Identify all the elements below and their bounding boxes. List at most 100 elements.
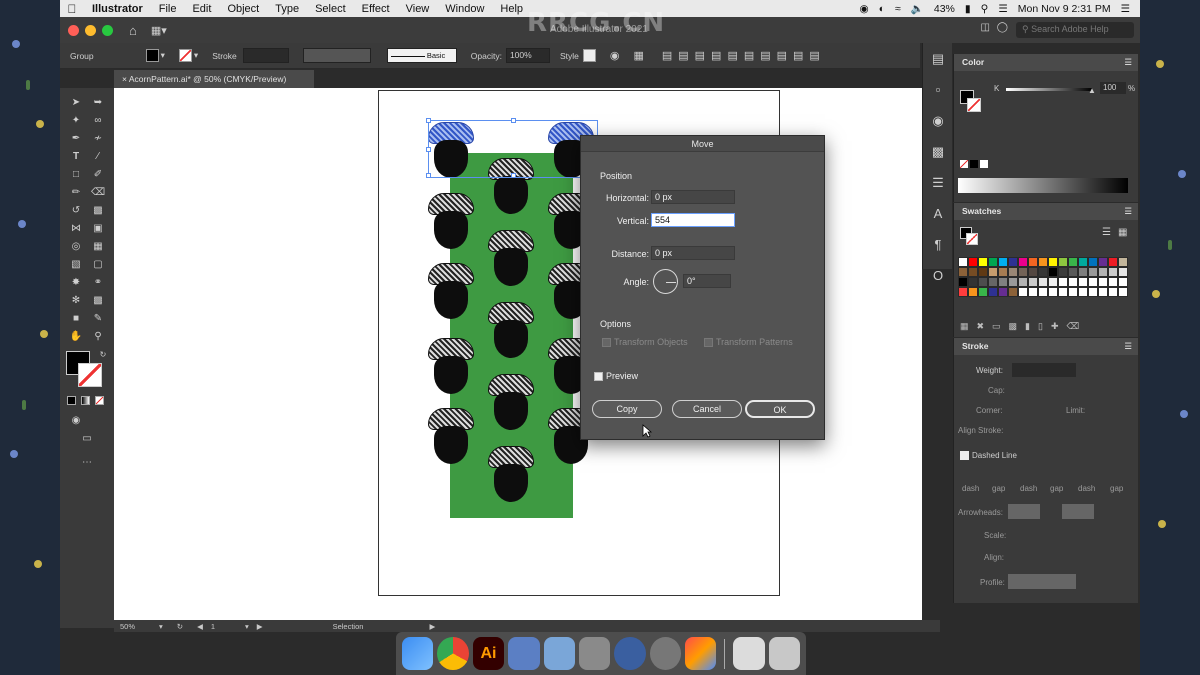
fill-swatch[interactable] bbox=[145, 49, 159, 62]
k-slider[interactable] bbox=[1006, 88, 1092, 91]
menu-window[interactable]: Window bbox=[437, 3, 492, 15]
close-doc-icon[interactable]: × bbox=[122, 74, 127, 84]
color-swatch[interactable] bbox=[978, 277, 988, 287]
none-mode-icon[interactable] bbox=[95, 396, 104, 405]
chrome-icon[interactable] bbox=[437, 637, 469, 670]
none-swatch[interactable] bbox=[960, 160, 968, 168]
panel-menu-icon[interactable]: ☰ bbox=[1124, 57, 1132, 68]
scale-tool-icon[interactable]: ▩ bbox=[91, 204, 105, 218]
end-arrowhead-select[interactable] bbox=[1062, 504, 1094, 519]
minimize-window-button[interactable] bbox=[85, 24, 96, 36]
battery-icon[interactable]: ▮ bbox=[965, 3, 971, 15]
color-swatch[interactable] bbox=[958, 267, 968, 277]
color-swatch[interactable] bbox=[1008, 287, 1018, 297]
type-tool-icon[interactable]: T bbox=[69, 150, 83, 164]
menu-app-name[interactable]: Illustrator bbox=[84, 3, 151, 15]
swatch-actions[interactable]: ▦✖▭▩▮▯✚⌫ bbox=[960, 321, 1087, 332]
color-swatch[interactable] bbox=[998, 287, 1008, 297]
appearance-panel-icon[interactable]: ◉ bbox=[923, 105, 953, 136]
preview-icon[interactable] bbox=[543, 637, 575, 670]
color-swatch[interactable] bbox=[968, 277, 978, 287]
color-swatch[interactable] bbox=[1058, 257, 1068, 267]
launchpad-icon[interactable] bbox=[733, 637, 765, 670]
color-swatch[interactable] bbox=[1008, 267, 1018, 277]
black-swatch[interactable] bbox=[970, 160, 978, 168]
resize-handle[interactable] bbox=[511, 173, 516, 178]
rectangle-tool-icon[interactable]: □ bbox=[69, 168, 83, 182]
eraser-icon[interactable]: ⌫ bbox=[91, 186, 105, 200]
wifi-icon[interactable]: ≈ bbox=[895, 3, 901, 15]
width-tool-icon[interactable]: ⋈ bbox=[69, 222, 83, 236]
color-swatch[interactable] bbox=[1048, 257, 1058, 267]
swatches-panel-title[interactable]: Swatches bbox=[962, 206, 1001, 216]
white-swatch[interactable] bbox=[980, 160, 988, 168]
symbol-sprayer-icon[interactable]: ✻ bbox=[69, 294, 83, 308]
color-swatch[interactable] bbox=[1018, 257, 1028, 267]
panel-layout-icon[interactable]: ◫ bbox=[981, 22, 990, 33]
lightbulb-icon[interactable]: ◯ bbox=[997, 22, 1008, 33]
color-swatch[interactable] bbox=[1038, 277, 1048, 287]
workspace-arrange-icon[interactable]: ▦▾ bbox=[151, 24, 167, 37]
transform-panel-icon[interactable]: ▩ bbox=[923, 136, 953, 167]
free-transform-icon[interactable]: ▣ bbox=[91, 222, 105, 236]
grid-view-icon[interactable]: ▦ bbox=[1118, 227, 1127, 238]
transform-patterns-checkbox[interactable] bbox=[704, 338, 713, 347]
color-swatch[interactable] bbox=[1108, 267, 1118, 277]
acorn-shape[interactable] bbox=[488, 302, 534, 360]
close-window-button[interactable] bbox=[68, 24, 79, 36]
color-swatch[interactable] bbox=[1118, 277, 1128, 287]
vertical-input[interactable]: 554 bbox=[651, 213, 735, 227]
menu-file[interactable]: File bbox=[151, 3, 185, 15]
color-swatch[interactable] bbox=[1108, 287, 1118, 297]
hand-tool-icon[interactable]: ✋ bbox=[69, 330, 83, 344]
zoom-window-button[interactable] bbox=[102, 24, 113, 36]
dashed-line-checkbox[interactable] bbox=[960, 451, 969, 460]
gradient-tool-icon[interactable]: ▢ bbox=[91, 258, 105, 272]
stroke-label[interactable]: Stroke bbox=[212, 51, 237, 61]
color-swatch[interactable] bbox=[1068, 277, 1078, 287]
color-swatch[interactable] bbox=[1098, 267, 1108, 277]
horizontal-input[interactable]: 0 px bbox=[651, 190, 735, 204]
color-swatch[interactable] bbox=[1118, 257, 1128, 267]
color-swatch[interactable] bbox=[1028, 257, 1038, 267]
slice-tool-icon[interactable]: ✎ bbox=[91, 312, 105, 326]
color-swatch[interactable] bbox=[1058, 277, 1068, 287]
clock[interactable]: Mon Nov 9 2:31 PM bbox=[1018, 3, 1111, 15]
menu-effect[interactable]: Effect bbox=[354, 3, 398, 15]
k-slider-thumb-icon[interactable]: ▲ bbox=[1088, 86, 1096, 95]
acorn-shape[interactable] bbox=[428, 338, 474, 396]
resize-handle[interactable] bbox=[426, 118, 431, 123]
align-icons[interactable]: ▤▤▤▤▤▤▤▤▤▤ bbox=[662, 49, 826, 62]
angle-input[interactable]: 0° bbox=[683, 274, 731, 288]
color-swatch[interactable] bbox=[1038, 287, 1048, 297]
screenflow-icon[interactable] bbox=[578, 637, 611, 670]
color-swatch[interactable] bbox=[1088, 257, 1098, 267]
menu-type[interactable]: Type bbox=[267, 3, 307, 15]
illustrator-icon[interactable]: Ai bbox=[472, 637, 505, 670]
color-swatch[interactable] bbox=[988, 257, 998, 267]
color-swatch[interactable] bbox=[968, 287, 978, 297]
shape-builder-icon[interactable]: ◎ bbox=[69, 240, 83, 254]
list-view-icon[interactable]: ☰ bbox=[1102, 227, 1111, 238]
status-arrow-icon[interactable]: ▶ bbox=[429, 622, 435, 631]
color-swatch[interactable] bbox=[1068, 267, 1078, 277]
angle-dial[interactable] bbox=[653, 269, 678, 294]
color-swatch[interactable] bbox=[998, 277, 1008, 287]
stroke-dropdown-icon[interactable]: ▾ bbox=[194, 50, 198, 61]
lasso-icon[interactable]: ∞ bbox=[91, 114, 105, 128]
acorn-shape[interactable] bbox=[488, 230, 534, 288]
color-swatch[interactable] bbox=[1048, 287, 1058, 297]
fill-dropdown-icon[interactable]: ▾ bbox=[161, 50, 165, 61]
quicktime-icon[interactable] bbox=[614, 637, 646, 670]
color-swatch[interactable] bbox=[1018, 287, 1028, 297]
perspective-grid-icon[interactable]: ▦ bbox=[91, 240, 105, 254]
acorn-shape[interactable] bbox=[428, 263, 474, 321]
ok-button[interactable]: OK bbox=[745, 400, 815, 418]
rotate-tool-icon[interactable]: ↺ bbox=[69, 204, 83, 218]
finder-icon[interactable] bbox=[402, 637, 434, 670]
menu-edit[interactable]: Edit bbox=[184, 3, 219, 15]
color-swatch[interactable] bbox=[1078, 277, 1088, 287]
system-preferences-icon[interactable] bbox=[649, 637, 681, 670]
profile-select[interactable] bbox=[1008, 574, 1076, 589]
libraries-panel-icon[interactable]: ▫ bbox=[923, 74, 953, 105]
